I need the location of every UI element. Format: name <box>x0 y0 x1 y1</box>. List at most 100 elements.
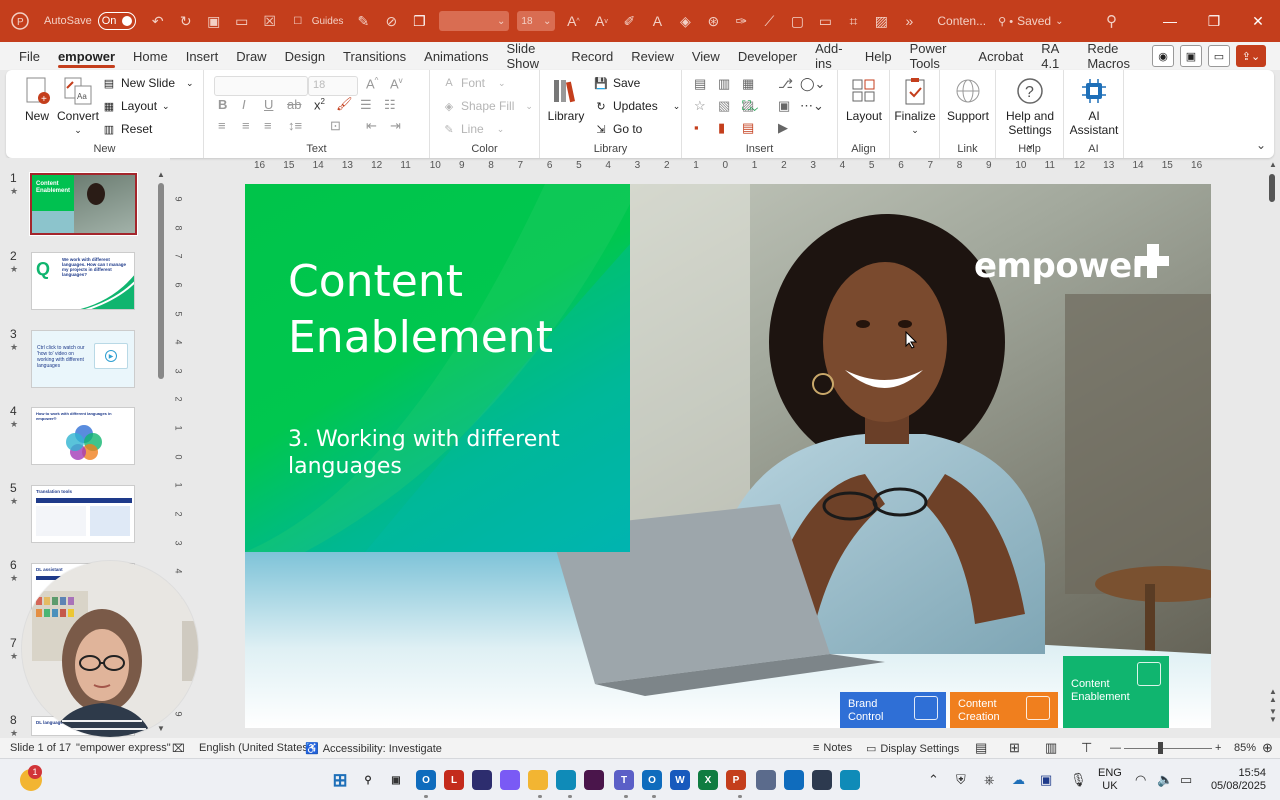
fill-icon[interactable]: ◈ <box>673 9 697 33</box>
close-shape-icon[interactable]: ☒ <box>258 9 282 33</box>
slide-subtitle[interactable]: 3. Working with different languages <box>288 426 588 480</box>
slide-thumbnail-3[interactable]: Ctrl click to watch our 'how to' video o… <box>31 330 135 388</box>
next-slide-icon[interactable]: ▼ ▼ <box>1269 708 1277 724</box>
shape-fill-button[interactable]: ◈ Shape Fill ⌄ <box>442 99 533 113</box>
erase-icon[interactable]: ⊘ <box>379 9 403 33</box>
crop-icon[interactable]: ⌗ <box>841 9 865 33</box>
restore-icon[interactable]: ❐ <box>1192 0 1236 42</box>
task-view-icon[interactable]: ▣ <box>386 770 406 790</box>
insert-shapes-icon[interactable]: ◯⌄ <box>800 76 825 92</box>
reading-view-icon[interactable]: ▥ <box>1045 740 1057 756</box>
tab-record[interactable]: Record <box>562 42 622 70</box>
tab-insert[interactable]: Insert <box>177 42 228 70</box>
record-icon[interactable]: ◉ <box>1152 45 1174 67</box>
tab-file[interactable]: File <box>10 42 49 70</box>
convert-button[interactable]: Aa Convert ⌄ <box>57 76 99 137</box>
start-icon[interactable]: ⊞ <box>330 770 350 790</box>
decrease-indent-icon[interactable]: ⇤ <box>366 118 377 134</box>
teams-icon[interactable]: T <box>614 770 634 790</box>
superscript-icon[interactable]: x2 <box>314 97 325 112</box>
thumbnail-scroll-thumb[interactable] <box>158 183 164 379</box>
present-icon[interactable]: ▭ <box>230 9 254 33</box>
prev-slide-icon[interactable]: ▲ ▲ <box>1269 688 1277 704</box>
redo-icon[interactable]: ↻ <box>174 9 198 33</box>
bold-icon[interactable]: B <box>218 97 227 112</box>
insert-image-icon[interactable]: ▣ <box>778 98 790 114</box>
brush-icon[interactable]: ⟋ <box>757 9 781 33</box>
file-explorer-icon[interactable] <box>528 770 548 790</box>
insert-text-icon[interactable]: ▤ <box>694 76 706 92</box>
grow-font-icon[interactable]: A^ <box>366 76 378 91</box>
undo-icon[interactable]: ↶ <box>146 9 170 33</box>
tab-empower[interactable]: empower <box>49 42 124 70</box>
zoom-slider-thumb[interactable] <box>1158 742 1163 754</box>
save-status[interactable]: Saved <box>1017 14 1051 28</box>
rectangle-icon[interactable]: ▭ <box>813 9 837 33</box>
underline-icon[interactable]: U <box>264 97 273 112</box>
finalize-button[interactable]: Finalize ⌄ <box>894 76 936 137</box>
search-icon[interactable]: ⚲ <box>1099 9 1123 33</box>
excel-icon[interactable]: X <box>698 770 718 790</box>
tab-help[interactable]: Help <box>856 42 901 70</box>
insert-table-icon[interactable]: ▦ <box>742 76 754 92</box>
close-icon[interactable]: ✕ <box>1236 0 1280 42</box>
tab-animations[interactable]: Animations <box>415 42 497 70</box>
shield-icon[interactable]: ⛨ <box>956 772 966 788</box>
insert-star-icon[interactable]: ☆ <box>694 98 706 114</box>
scroll-up-icon[interactable]: ▲ <box>1269 160 1277 169</box>
search-icon[interactable]: ⚲ <box>358 770 378 790</box>
minimize-icon[interactable]: — <box>1148 0 1192 42</box>
strikethrough-icon[interactable]: ab <box>287 97 301 112</box>
normal-view-icon[interactable]: ▤ <box>975 740 987 756</box>
shrink-font-icon[interactable]: Av <box>589 9 613 33</box>
tab-developer[interactable]: Developer <box>729 42 806 70</box>
tab-transitions[interactable]: Transitions <box>334 42 415 70</box>
pen-icon[interactable]: ✎ <box>351 9 375 33</box>
align-left-icon[interactable]: ≡ <box>218 118 226 133</box>
word-icon[interactable]: W <box>670 770 690 790</box>
slide-sorter-icon[interactable]: ⊞ <box>1009 740 1020 756</box>
proofing-icon[interactable]: ⌧ <box>172 742 185 755</box>
ai-assistant-button[interactable]: AI Assistant <box>1070 76 1118 137</box>
align-right-icon[interactable]: ≡ <box>264 118 272 133</box>
go-to-button[interactable]: ⇲ Go to <box>594 122 642 136</box>
format-painter-icon[interactable]: 🖌 <box>336 96 353 112</box>
new-button[interactable]: + New <box>20 76 54 123</box>
app-l-icon[interactable]: L <box>444 770 464 790</box>
bluetooth-icon[interactable]: ⎈ <box>984 772 994 788</box>
insert-chart-icon[interactable]: ▮ <box>718 120 725 136</box>
wifi-icon[interactable]: ◠ <box>1135 772 1146 788</box>
reset-button[interactable]: ▥ Reset <box>102 122 153 136</box>
app-photos-icon[interactable] <box>840 770 860 790</box>
language-switcher[interactable]: ENG UK <box>1098 767 1122 793</box>
italic-icon[interactable]: I <box>242 97 246 112</box>
font-color-button[interactable]: A Font ⌄ <box>442 76 505 90</box>
insert-columns-icon[interactable]: ▥ <box>718 76 730 92</box>
slide-title[interactable]: Content Enablement <box>288 254 608 366</box>
font-size-combo[interactable]: 18 ⌄ <box>517 11 556 31</box>
updates-button[interactable]: ↻ Updates ⌄ <box>594 99 680 113</box>
slide-thumbnail-4[interactable]: How to work with different languages in … <box>31 407 135 465</box>
new-slide-button[interactable]: ▤ New Slide ⌄ <box>102 76 194 90</box>
insert-diagram-icon[interactable]: ⛶⌄ <box>742 98 758 114</box>
library-button[interactable]: Library <box>548 76 584 123</box>
present-teams-icon[interactable]: ▣ <box>1180 45 1202 67</box>
tray-overflow-icon[interactable]: ⌃ <box>928 772 939 788</box>
link-icon[interactable]: ⊛ <box>701 9 725 33</box>
app-flag-icon[interactable] <box>784 770 804 790</box>
support-button[interactable]: Support <box>946 76 990 123</box>
insert-pdf-icon[interactable]: ▪ <box>694 120 699 135</box>
settings-icon[interactable] <box>756 770 776 790</box>
increase-indent-icon[interactable]: ⇥ <box>390 118 401 134</box>
grow-font-icon[interactable]: A^ <box>561 9 585 33</box>
font-color-icon[interactable]: A <box>645 9 669 33</box>
align-layout-button[interactable]: Layout <box>846 76 882 123</box>
edge-icon[interactable] <box>556 770 576 790</box>
microphone-icon[interactable]: 🎙 <box>1070 772 1087 788</box>
fit-to-window-icon[interactable]: ⊕ <box>1262 740 1273 756</box>
zoom-slider-track[interactable] <box>1124 748 1212 749</box>
scroll-up-icon[interactable]: ▲ <box>157 170 165 179</box>
slide-thumbnail-5[interactable]: Translation tools <box>31 485 135 543</box>
outlook-new-icon[interactable]: O <box>642 770 662 790</box>
zoom-level[interactable]: 85% <box>1234 742 1256 754</box>
